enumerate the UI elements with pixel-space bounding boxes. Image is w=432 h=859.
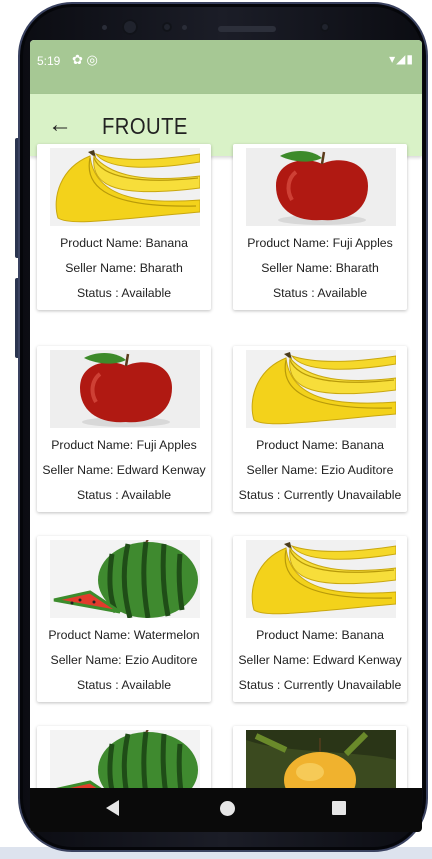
app-title: FROUTE [102,113,188,139]
product-name: Product Name: Banana [60,236,188,250]
watermelon-image [50,540,200,618]
product-status: Status : Available [272,286,368,300]
product-name: Product Name: Watermelon [48,628,200,642]
product-status: Status : Available [76,286,172,300]
banana-image [50,148,200,226]
seller-name: Seller Name: Edward Kenway [42,463,206,477]
banana-image [246,350,396,428]
product-name: Product Name: Fuji Apples [247,236,393,250]
system-nav-bar [30,788,422,832]
notification-icons: ✿ ◎ [72,52,98,67]
sensor [162,22,172,32]
product-card[interactable]: Product Name: Fuji Apples Seller Name: Bh… [233,144,407,310]
earpiece [218,26,276,32]
product-status: Status : Available [76,488,172,502]
nav-back-icon[interactable] [106,800,119,816]
product-card[interactable]: Product Name: Banana Seller Name: Ezio Au… [233,346,407,512]
product-card[interactable]: Product Name: Banana Seller Name: Edward … [233,536,407,702]
signal-battery-icons: ▾◢▮ [389,52,414,66]
sensor-dot [102,25,107,30]
seller-name: Seller Name: Bharath [261,261,379,275]
apple-image [50,350,200,428]
status-time: 5:19 [37,54,61,68]
product-name: Product Name: Banana [256,628,384,642]
front-camera [122,19,138,35]
product-card[interactable]: Product Name: Watermelon Seller Name: Ezi… [37,536,211,702]
seller-name: Seller Name: Ezio Auditore [50,653,198,667]
product-card[interactable]: Product Name: Banana Seller Name: Bharath… [37,144,211,310]
status-bar: 5:19 ✿ ◎ ▾◢▮ [30,40,422,94]
product-status: Status : Available [76,678,172,692]
sensor [320,22,330,32]
product-name: Product Name: Fuji Apples [51,438,197,452]
product-card[interactable]: Product Name: Fuji Apples Seller Name: Ed… [37,346,211,512]
nav-recents-icon[interactable] [332,801,346,815]
product-status: Status : Currently Unavailable [238,678,402,692]
banana-image [246,540,396,618]
seller-name: Seller Name: Ezio Auditore [246,463,394,477]
seller-name: Seller Name: Edward Kenway [238,653,402,667]
nav-home-icon[interactable] [220,801,235,816]
product-name: Product Name: Banana [256,438,384,452]
app-screen: 5:19 ✿ ◎ ▾◢▮ ← FROUTE Product Name: Bana… [30,40,422,832]
seller-name: Seller Name: Bharath [65,261,183,275]
sensor-dot [182,25,187,30]
arrow-back-icon[interactable]: ← [48,110,72,140]
product-status: Status : Currently Unavailable [238,488,402,502]
apple-image [246,148,396,226]
